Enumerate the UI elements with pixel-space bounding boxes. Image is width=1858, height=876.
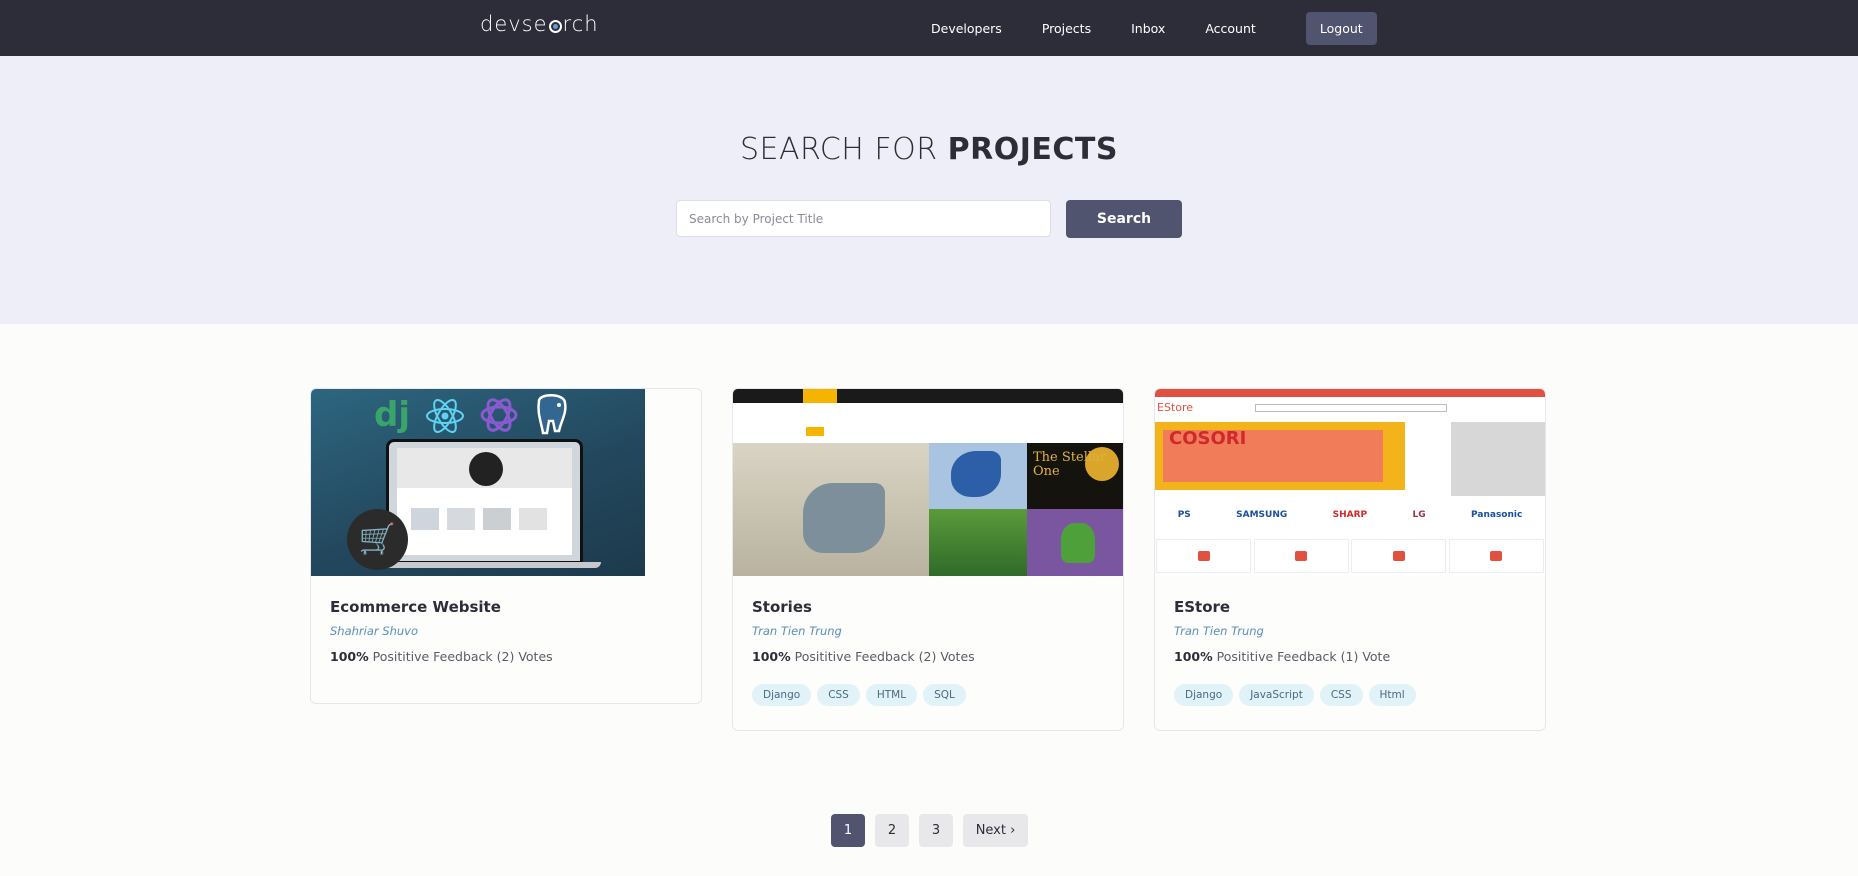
project-card[interactable]: The Stellar One Stories Tran Tien Trung …	[732, 388, 1124, 731]
brand: Panasonic	[1471, 510, 1523, 520]
nav-link-projects[interactable]: Projects	[1042, 14, 1091, 44]
page-title-prefix: SEARCH FOR	[739, 132, 938, 167]
brand: LG	[1412, 510, 1426, 520]
project-author[interactable]: Shahriar Shuvo	[330, 624, 682, 638]
project-title[interactable]: EStore	[1174, 598, 1526, 616]
shopping-cart-icon: 🛒	[347, 509, 408, 570]
project-feedback: 100% Posititive Feedback (1) Vote	[1174, 649, 1526, 664]
tag-list: Django JavaScript CSS Html	[1174, 684, 1526, 706]
brand: SAMSUNG	[1236, 510, 1288, 520]
project-thumbnail[interactable]: The Stellar One	[733, 389, 1123, 576]
page-button-1[interactable]: 1	[831, 814, 865, 847]
laptop-base	[369, 562, 601, 568]
logo-text-right: rch	[562, 12, 599, 36]
nav-link-account[interactable]: Account	[1205, 14, 1255, 44]
search-input[interactable]	[676, 200, 1051, 237]
graphql-logo-icon	[480, 398, 518, 432]
project-thumbnail[interactable]: dj 🛒	[311, 389, 701, 576]
brand-strip: PS SAMSUNG SHARP LG Panasonic	[1155, 507, 1545, 523]
django-logo-icon: dj	[374, 395, 410, 435]
tag: Django	[1174, 684, 1234, 706]
site-logo[interactable]: devse rch	[480, 12, 599, 36]
tag: CSS	[1319, 684, 1363, 706]
banner-brand: COSORI	[1169, 428, 1247, 449]
laptop-image	[386, 439, 583, 564]
search-button[interactable]: Search	[1066, 200, 1182, 238]
react-logo-icon	[426, 399, 464, 433]
feedback-text: Posititive Feedback (1) Vote	[1216, 649, 1391, 664]
feedback-text: Posititive Feedback (2) Votes	[372, 649, 553, 664]
project-author[interactable]: Tran Tien Trung	[752, 624, 1104, 638]
feedback-percent: 100%	[330, 649, 369, 664]
project-title[interactable]: Stories	[752, 598, 1104, 616]
brand: SHARP	[1332, 510, 1368, 520]
estore-logo: EStore	[1157, 401, 1194, 414]
project-author[interactable]: Tran Tien Trung	[1174, 624, 1526, 638]
tag-list: Django CSS HTML SQL	[752, 684, 1104, 706]
project-title[interactable]: Ecommerce Website	[330, 598, 682, 616]
story-panel-text: The Stellar One	[1033, 450, 1106, 479]
nav-link-inbox[interactable]: Inbox	[1131, 14, 1165, 44]
tag: CSS	[817, 684, 860, 706]
logo-text-left: devse	[480, 12, 548, 36]
nav-links: Developers Projects Inbox Account Logout	[915, 12, 1377, 45]
project-feedback: 100% Posititive Feedback (2) Votes	[752, 649, 1104, 664]
feedback-text: Posititive Feedback (2) Votes	[794, 649, 975, 664]
magnifier-icon	[548, 19, 562, 33]
page-button-2[interactable]: 2	[875, 814, 909, 847]
tag: Html	[1368, 684, 1416, 706]
pagination: 1 2 3 Next ›	[831, 814, 1038, 847]
hero-section	[0, 56, 1858, 324]
page-title-bold: PROJECTS	[947, 132, 1119, 167]
next-page-button[interactable]: Next ›	[963, 814, 1028, 847]
tag: JavaScript	[1239, 684, 1314, 706]
brand: PS	[1177, 510, 1191, 520]
feedback-percent: 100%	[752, 649, 791, 664]
tag: Django	[752, 684, 812, 706]
project-card[interactable]: dj 🛒 Ecommerce Website Shahriar Shuvo 10…	[310, 388, 702, 704]
project-feedback: 100% Posititive Feedback (2) Votes	[330, 649, 682, 664]
tag: HTML	[865, 684, 918, 706]
logout-button[interactable]: Logout	[1305, 12, 1377, 45]
tag: SQL	[923, 684, 966, 706]
postgresql-logo-icon	[537, 394, 567, 435]
feedback-percent: 100%	[1174, 649, 1213, 664]
project-card[interactable]: EStore COSORI PS SAMSUNG SHARP LG Panaso…	[1154, 388, 1546, 731]
page-title: SEARCH FOR PROJECTS	[0, 132, 1858, 167]
nav-link-developers[interactable]: Developers	[931, 14, 1002, 44]
navbar: devse rch Developers Projects Inbox Accou…	[0, 0, 1858, 56]
project-thumbnail[interactable]: EStore COSORI PS SAMSUNG SHARP LG Panaso…	[1155, 389, 1545, 576]
page-button-3[interactable]: 3	[919, 814, 953, 847]
